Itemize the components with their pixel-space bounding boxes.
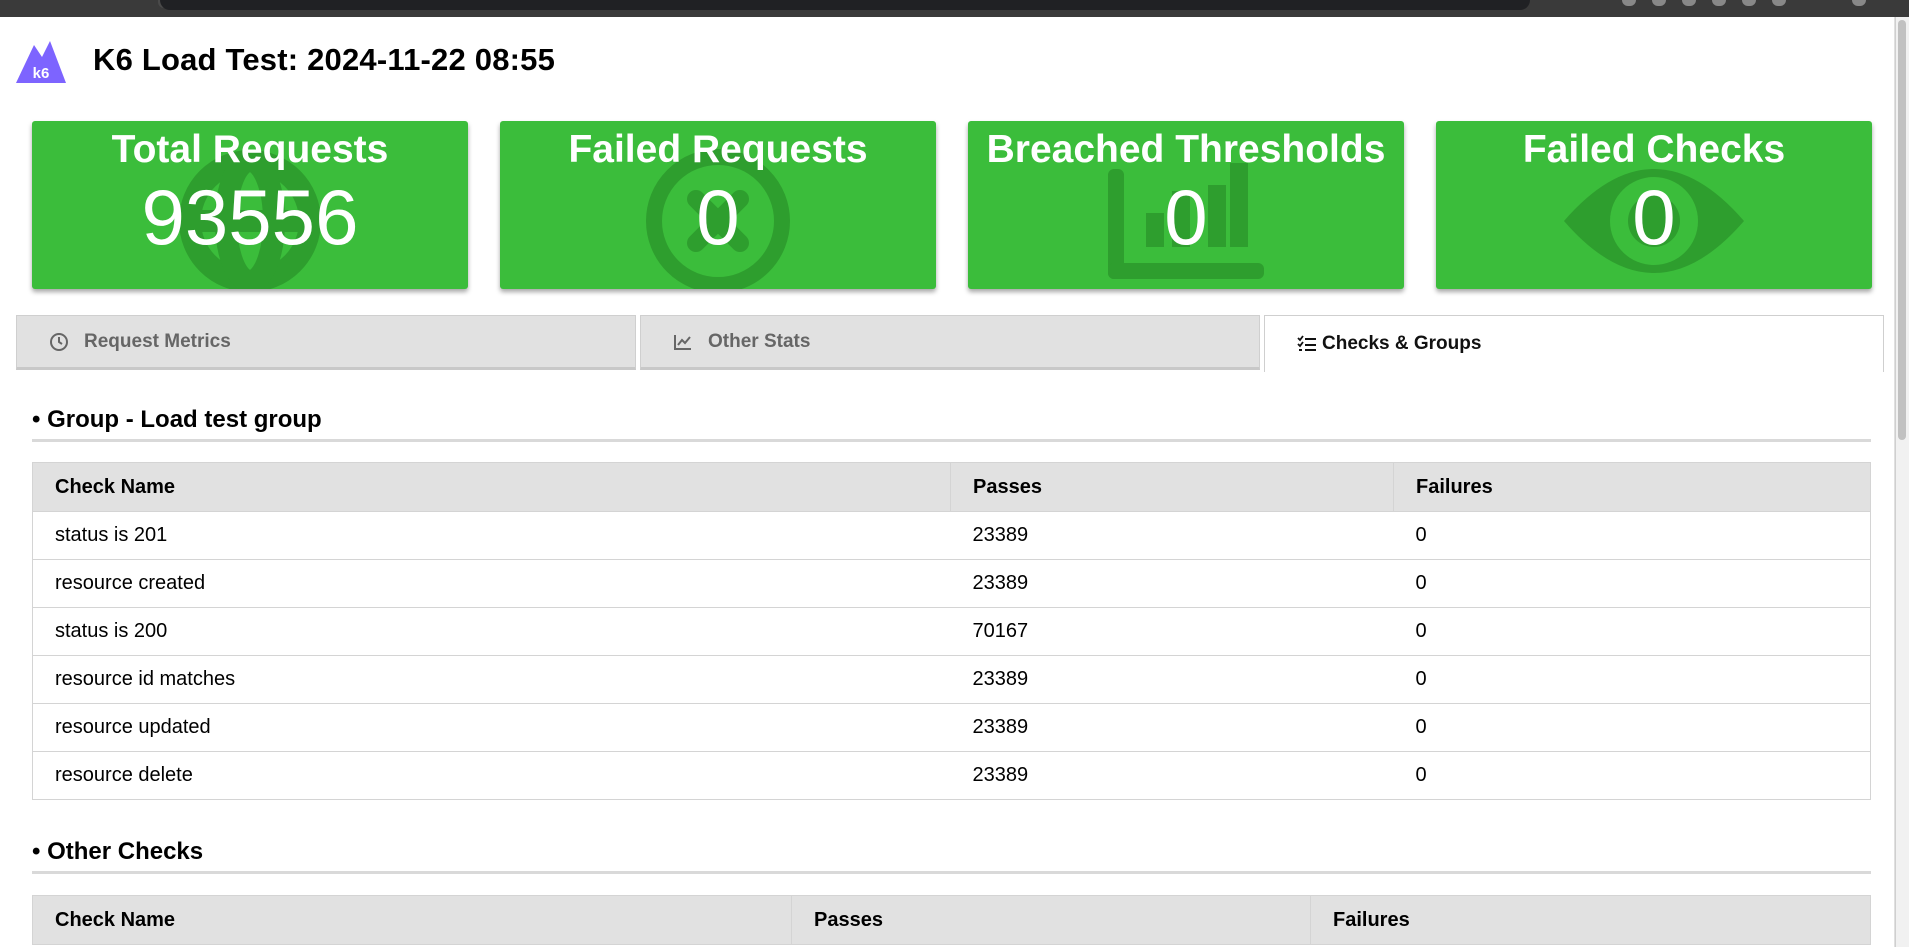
page-header: k6 K6 Load Test: 2024-11-22 08:55: [16, 34, 555, 86]
check-name-cell: status is 201: [32, 511, 951, 560]
profile-icon[interactable]: [1852, 0, 1866, 6]
passes-cell: 23389: [950, 751, 1394, 800]
card-title: Breached Thresholds: [986, 128, 1386, 171]
tab-label: Request Metrics: [84, 330, 231, 352]
column-header: Check Name: [32, 462, 951, 512]
clock-icon: [50, 332, 68, 351]
scrollbar-edge: [1895, 17, 1896, 947]
section-divider: [32, 439, 1871, 442]
tab-other-stats[interactable]: Other Stats: [640, 315, 1260, 370]
extension-icon[interactable]: [1742, 0, 1756, 6]
check-name-cell: resource id matches: [32, 655, 951, 704]
other-checks-heading: • Other Checks: [32, 838, 204, 865]
check-name-cell: resource delete: [32, 751, 951, 800]
page-scrollbar[interactable]: [1894, 17, 1909, 947]
tab-checks-groups[interactable]: Checks & Groups: [1264, 315, 1884, 372]
card-value: 93556: [141, 173, 359, 261]
page-title: K6 Load Test: 2024-11-22 08:55: [93, 42, 556, 77]
table-row: resource delete 23389 0: [32, 751, 1871, 800]
scrollbar-thumb[interactable]: [1898, 20, 1906, 440]
table-row: status is 201 23389 0: [32, 511, 1871, 560]
table-row: status is 200 70167 0: [32, 607, 1871, 656]
column-header: Passes: [791, 895, 1311, 945]
column-header: Failures: [1310, 895, 1871, 945]
summary-cards: Total Requests 93556 Failed Requests 0 B…: [32, 121, 1872, 289]
failures-cell: 0: [1393, 703, 1871, 752]
svg-text:k6: k6: [33, 65, 50, 82]
tab-label: Checks & Groups: [1322, 333, 1482, 354]
extension-icon[interactable]: [1772, 0, 1786, 6]
failed-requests-card: Failed Requests 0: [500, 121, 936, 289]
passes-cell: 23389: [950, 511, 1394, 560]
table-header-row: Check Name Passes Failures: [32, 462, 1871, 512]
card-title: Failed Requests: [568, 128, 868, 171]
tab-label: Other Stats: [708, 330, 811, 352]
checklist-icon: [1297, 335, 1316, 351]
check-name-cell: status is 200: [32, 607, 951, 656]
breached-thresholds-card: Breached Thresholds 0: [968, 121, 1404, 289]
card-value: 0: [696, 173, 740, 261]
failures-cell: 0: [1393, 559, 1871, 608]
address-bar[interactable]: [160, 0, 1530, 10]
failures-cell: 0: [1393, 655, 1871, 704]
failures-cell: 0: [1393, 751, 1871, 800]
check-name-cell: resource updated: [32, 703, 951, 752]
tab-request-metrics[interactable]: Request Metrics: [16, 315, 636, 370]
card-title: Failed Checks: [1522, 128, 1786, 171]
failures-cell: 0: [1393, 607, 1871, 656]
card-value: 0: [1164, 173, 1208, 261]
passes-cell: 70167: [950, 607, 1394, 656]
other-checks-table: Check Name Passes Failures: [32, 895, 1871, 945]
tab-bar: Request Metrics Other Stats Checks & Gro…: [16, 315, 1884, 372]
column-header: Check Name: [32, 895, 792, 945]
total-requests-card: Total Requests 93556: [32, 121, 468, 289]
group-checks-table: Check Name Passes Failures status is 201…: [32, 462, 1871, 800]
card-title: Total Requests: [111, 128, 389, 171]
passes-cell: 23389: [950, 559, 1394, 608]
extension-icon[interactable]: [1682, 0, 1696, 6]
group-section-heading: • Group - Load test group: [32, 406, 322, 433]
extension-icon[interactable]: [1622, 0, 1636, 6]
table-header-row: Check Name Passes Failures: [32, 895, 1871, 945]
extension-icon[interactable]: [1652, 0, 1666, 6]
extension-icon[interactable]: [1712, 0, 1726, 6]
table-row: resource id matches 23389 0: [32, 655, 1871, 704]
failed-checks-card: Failed Checks 0: [1436, 121, 1872, 289]
card-value: 0: [1632, 173, 1676, 261]
table-row: resource updated 23389 0: [32, 703, 1871, 752]
passes-cell: 23389: [950, 655, 1394, 704]
check-name-cell: resource created: [32, 559, 951, 608]
k6-logo-icon: k6: [16, 41, 66, 83]
browser-toolbar: [0, 0, 1909, 17]
column-header: Passes: [950, 462, 1394, 512]
column-header: Failures: [1393, 462, 1871, 512]
table-row: resource created 23389 0: [32, 559, 1871, 608]
failures-cell: 0: [1393, 511, 1871, 560]
section-divider: [32, 871, 1871, 874]
line-chart-icon: [674, 334, 691, 350]
passes-cell: 23389: [950, 703, 1394, 752]
